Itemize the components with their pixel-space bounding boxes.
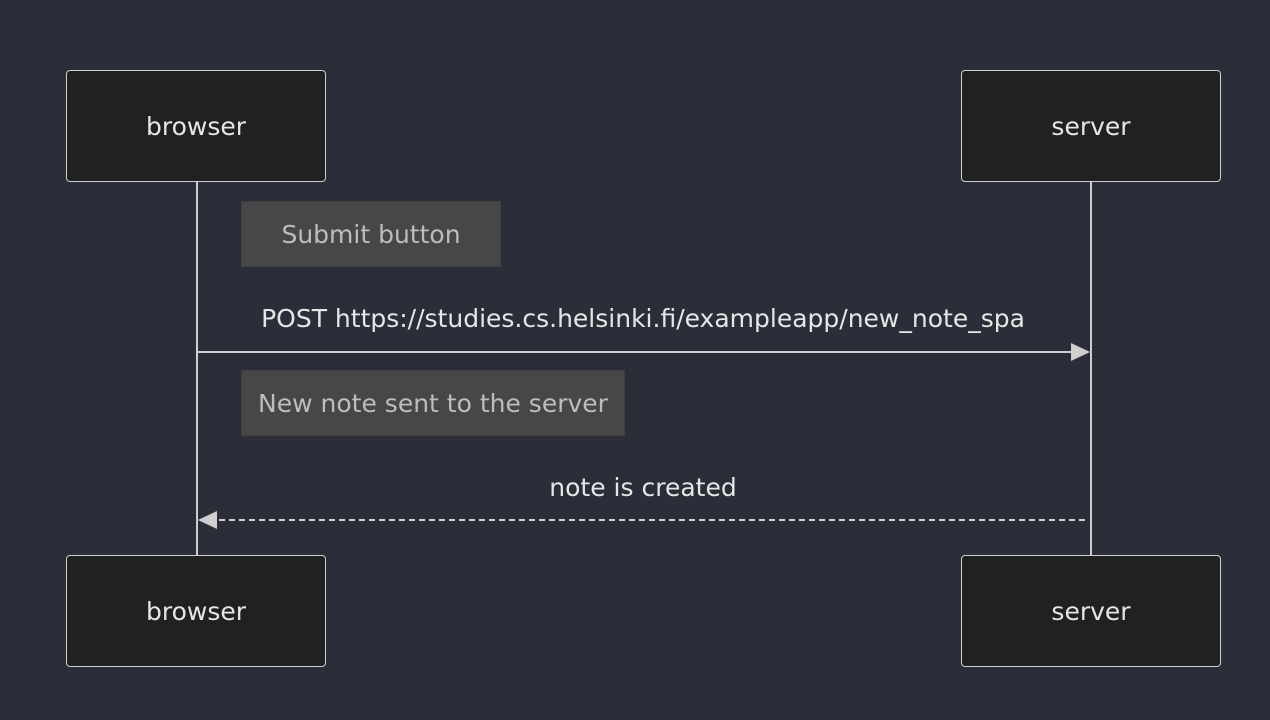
message-post-arrowhead xyxy=(1071,343,1090,361)
browser-actor-bottom: browser xyxy=(66,555,326,667)
server-actor-bottom-label: server xyxy=(1051,596,1131,626)
server-actor-bottom: server xyxy=(961,555,1221,667)
browser-actor-bottom-label: browser xyxy=(145,596,247,626)
sequence-diagram: browser server Submit button New note se… xyxy=(0,0,1270,720)
message-note-created-arrowhead xyxy=(198,511,217,529)
